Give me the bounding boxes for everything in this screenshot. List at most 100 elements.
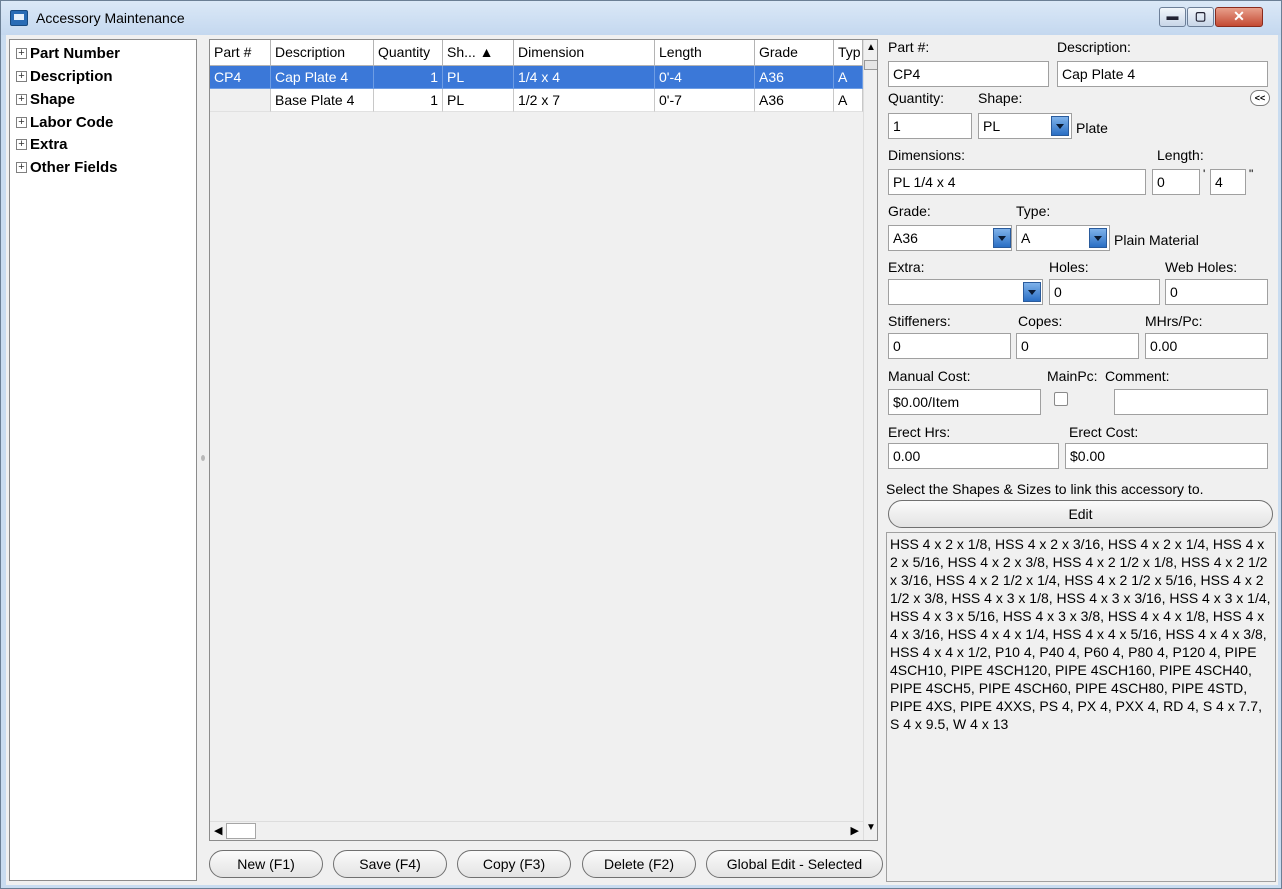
mainpc-label: MainPc:: [1047, 368, 1098, 384]
client-area: + Part Number + Description + Shape + Labor …: [6, 35, 1278, 885]
scroll-right-icon[interactable]: ▶: [851, 824, 859, 837]
scroll-up-icon[interactable]: ▲: [866, 42, 876, 53]
expand-icon[interactable]: +: [16, 116, 27, 128]
cell-length[interactable]: 0'-4: [655, 66, 755, 89]
edit-links-button[interactable]: Edit: [888, 500, 1273, 528]
tree-item-description[interactable]: + Description: [16, 65, 113, 87]
column-header-length[interactable]: Length: [655, 40, 755, 66]
cell-length[interactable]: 0'-7: [655, 89, 755, 112]
cell-shape[interactable]: PL: [443, 66, 514, 89]
length-inches-field[interactable]: 4: [1210, 169, 1246, 195]
part-label: Part #:: [888, 39, 930, 55]
extra-label: Extra:: [888, 259, 925, 275]
copes-field[interactable]: 0: [1016, 333, 1139, 359]
expand-icon[interactable]: +: [16, 93, 27, 105]
close-button[interactable]: ✕: [1215, 7, 1263, 27]
global-edit-button[interactable]: Global Edit - Selected: [706, 850, 883, 878]
chevron-down-icon[interactable]: [993, 228, 1011, 248]
cell-part[interactable]: [210, 89, 271, 112]
column-header-dimension[interactable]: Dimension: [514, 40, 655, 66]
tree-item-other-fields[interactable]: + Other Fields: [16, 156, 118, 178]
linked-shapes-list: HSS 4 x 2 x 1/8, HSS 4 x 2 x 3/16, HSS 4…: [886, 532, 1276, 882]
collapse-panel-button[interactable]: <<: [1250, 90, 1270, 106]
expand-icon[interactable]: +: [16, 161, 27, 173]
expand-icon[interactable]: +: [16, 70, 27, 82]
column-header-grade[interactable]: Grade: [755, 40, 834, 66]
dimensions-field[interactable]: PL 1/4 x 4: [888, 169, 1146, 195]
column-header-type[interactable]: Typ: [834, 40, 863, 66]
chevron-down-icon[interactable]: [1089, 228, 1107, 248]
copes-label: Copes:: [1018, 313, 1063, 329]
detail-panel: Part #: Description: CP4 Cap Plate 4 Qua…: [883, 35, 1278, 885]
expand-icon[interactable]: +: [16, 47, 27, 59]
web-holes-field[interactable]: 0: [1165, 279, 1268, 305]
grid-horizontal-scrollbar[interactable]: ◀ ▶: [210, 821, 863, 840]
cell-type[interactable]: A: [834, 89, 863, 112]
cell-description[interactable]: Base Plate 4: [271, 89, 374, 112]
expand-icon[interactable]: +: [16, 138, 27, 150]
column-header-quantity[interactable]: Quantity: [374, 40, 443, 66]
scroll-thumb[interactable]: [226, 823, 256, 839]
part-number-field[interactable]: CP4: [888, 61, 1049, 87]
splitter-handle[interactable]: [201, 455, 205, 461]
grid-vertical-scrollbar[interactable]: ▲ ▼: [863, 40, 877, 840]
minimize-icon: ▬: [1166, 9, 1179, 23]
tree-item-shape[interactable]: + Shape: [16, 88, 75, 110]
stiffeners-field[interactable]: 0: [888, 333, 1011, 359]
comment-field[interactable]: [1114, 389, 1268, 415]
close-icon: ✕: [1233, 8, 1245, 24]
erect-hrs-field[interactable]: 0.00: [888, 443, 1059, 469]
save-button[interactable]: Save (F4): [333, 850, 447, 878]
filter-tree: + Part Number + Description + Shape + Labor …: [9, 39, 197, 881]
holes-field[interactable]: 0: [1049, 279, 1160, 305]
chevron-down-icon[interactable]: [1023, 282, 1041, 302]
maximize-button[interactable]: ▢: [1187, 7, 1214, 27]
length-feet-field[interactable]: 0: [1152, 169, 1200, 195]
holes-label: Holes:: [1049, 259, 1089, 275]
tree-item-part-number[interactable]: + Part Number: [16, 42, 120, 64]
copy-button[interactable]: Copy (F3): [457, 850, 571, 878]
cell-grade[interactable]: A36: [755, 66, 834, 89]
cell-shape[interactable]: PL: [443, 89, 514, 112]
grade-label: Grade:: [888, 203, 931, 219]
web-holes-label: Web Holes:: [1165, 259, 1238, 275]
title-bar[interactable]: Accessory Maintenance ▬ ▢ ✕: [1, 1, 1281, 35]
tree-item-label: Labor Code: [30, 113, 114, 131]
cell-dimension[interactable]: 1/4 x 4: [514, 66, 655, 89]
mainpc-checkbox[interactable]: [1054, 392, 1068, 406]
cell-description[interactable]: Cap Plate 4: [271, 66, 374, 89]
column-header-part[interactable]: Part #: [210, 40, 271, 66]
description-field[interactable]: Cap Plate 4: [1057, 61, 1268, 87]
app-window: Accessory Maintenance ▬ ▢ ✕ + Part Number…: [0, 0, 1282, 889]
cell-dimension[interactable]: 1/2 x 7: [514, 89, 655, 112]
tree-item-label: Other Fields: [30, 158, 118, 176]
comment-label: Comment:: [1105, 368, 1170, 384]
extra-select[interactable]: [888, 279, 1043, 305]
mhrs-label: MHrs/Pc:: [1145, 313, 1203, 329]
minimize-button[interactable]: ▬: [1159, 7, 1186, 27]
new-button[interactable]: New (F1): [209, 850, 323, 878]
scroll-thumb[interactable]: [864, 60, 877, 70]
erect-cost-field[interactable]: $0.00: [1065, 443, 1268, 469]
cell-quantity[interactable]: 1: [374, 89, 443, 112]
tree-item-labor-code[interactable]: + Labor Code: [16, 111, 113, 133]
cell-type[interactable]: A: [834, 66, 863, 89]
scroll-left-icon[interactable]: ◀: [214, 824, 222, 837]
type-name: Plain Material: [1114, 232, 1199, 248]
scroll-down-icon[interactable]: ▼: [866, 822, 876, 833]
chevron-down-icon[interactable]: [1051, 116, 1069, 136]
erect-hrs-label: Erect Hrs:: [888, 424, 951, 440]
delete-button[interactable]: Delete (F2): [582, 850, 696, 878]
cell-quantity[interactable]: 1: [374, 66, 443, 89]
shape-name: Plate: [1076, 120, 1108, 136]
mhrs-field[interactable]: 0.00: [1145, 333, 1268, 359]
column-header-description[interactable]: Description: [271, 40, 374, 66]
tree-item-label: Extra: [30, 135, 68, 153]
cell-part[interactable]: CP4: [210, 66, 271, 89]
cell-grade[interactable]: A36: [755, 89, 834, 112]
maximize-icon: ▢: [1194, 9, 1207, 23]
quantity-field[interactable]: 1: [888, 113, 972, 139]
manual-cost-field[interactable]: $0.00/Item: [888, 389, 1041, 415]
column-header-shape[interactable]: Sh... ▲: [443, 40, 514, 66]
tree-item-extra[interactable]: + Extra: [16, 133, 68, 155]
